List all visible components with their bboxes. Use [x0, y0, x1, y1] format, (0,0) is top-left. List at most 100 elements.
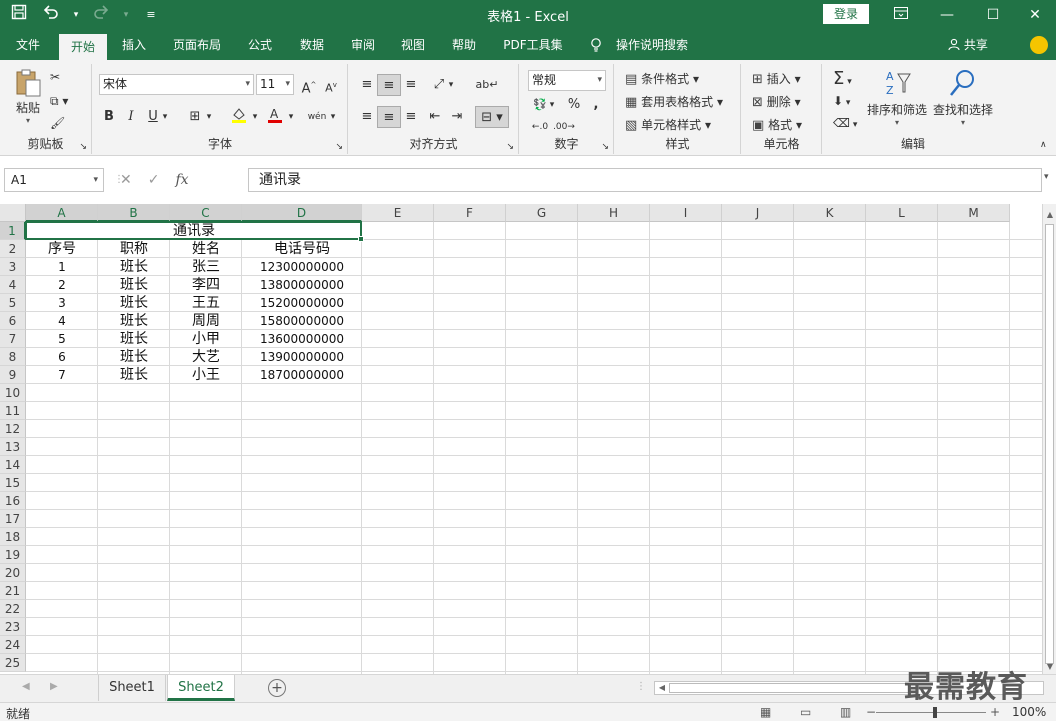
column-header-d[interactable]: D [242, 204, 362, 222]
delete-cells-button[interactable]: ⊠ 删除 ▾ [752, 93, 801, 110]
fill-icon[interactable]: ⬇ ▾ [833, 94, 850, 108]
zoom-in-button[interactable]: + [990, 705, 1000, 719]
minimize-icon[interactable]: — [924, 0, 970, 30]
table-cell[interactable]: 大艺 [170, 348, 242, 366]
row-header-8[interactable]: 8 [0, 348, 26, 366]
row-header-11[interactable]: 11 [0, 402, 26, 420]
row-header-19[interactable]: 19 [0, 546, 26, 564]
table-cell[interactable]: 张三 [170, 258, 242, 276]
table-cell[interactable]: 小甲 [170, 330, 242, 348]
font-size-select[interactable]: 11 ▾ [256, 74, 294, 95]
currency-dropdown-icon[interactable]: ▾ [546, 94, 558, 116]
sheet-tab-sheet1[interactable]: Sheet1 [98, 675, 166, 701]
align-bottom-icon[interactable]: ≡ [399, 74, 423, 96]
header-cell[interactable]: 电话号码 [242, 240, 362, 258]
table-cell[interactable]: 2 [26, 276, 98, 294]
insert-function-icon[interactable]: fx [175, 172, 188, 188]
tab-review[interactable]: 审阅 [341, 30, 385, 60]
vertical-scroll-thumb[interactable] [1045, 224, 1054, 664]
table-cell[interactable]: 班长 [98, 312, 170, 330]
row-header-9[interactable]: 9 [0, 366, 26, 384]
format-painter-icon[interactable]: 🖌 [50, 116, 65, 130]
zoom-out-button[interactable]: − [866, 705, 876, 719]
page-break-view-icon[interactable]: ▥ [840, 705, 851, 719]
table-cell[interactable]: 李四 [170, 276, 242, 294]
row-header-24[interactable]: 24 [0, 636, 26, 654]
ribbon-display-icon[interactable] [878, 0, 924, 30]
zoom-slider-track[interactable] [876, 712, 986, 713]
maximize-icon[interactable]: ☐ [970, 0, 1016, 30]
tab-pdf-tools[interactable]: PDF工具集 [496, 30, 570, 60]
align-middle-icon[interactable]: ≡ [377, 74, 401, 96]
table-cell[interactable]: 6 [26, 348, 98, 366]
align-right-icon[interactable]: ≡ [399, 106, 423, 128]
dialog-launcher-icon[interactable]: ↘ [601, 142, 609, 152]
tell-me-search[interactable]: 操作说明搜索 [612, 30, 692, 60]
zoom-slider-thumb[interactable] [933, 707, 937, 718]
table-cell[interactable]: 12300000000 [242, 258, 362, 276]
wrap-text-icon[interactable]: ab↵ [475, 74, 499, 96]
row-header-4[interactable]: 4 [0, 276, 26, 294]
copy-icon[interactable]: ⧉ ▾ [50, 94, 68, 109]
vertical-scrollbar[interactable]: ▲ ▼ [1042, 204, 1056, 674]
table-cell[interactable]: 班长 [98, 366, 170, 384]
column-header-f[interactable]: F [434, 204, 506, 222]
expand-formula-bar-icon[interactable]: ▾ [1044, 172, 1049, 182]
row-header-5[interactable]: 5 [0, 294, 26, 312]
autosum-icon[interactable]: Σ ▾ [833, 68, 852, 89]
row-header-1[interactable]: 1 [0, 222, 26, 240]
spreadsheet-grid[interactable]: A B C D E F G H I J K L M 1 2 3 4 5 6 7 8 9 10 11 12 13 14 15 16 17 18… [0, 204, 1042, 674]
phonetic-icon[interactable]: wén [305, 106, 329, 128]
column-header-e[interactable]: E [362, 204, 434, 222]
row-header-18[interactable]: 18 [0, 528, 26, 546]
table-cell[interactable]: 1 [26, 258, 98, 276]
table-cell[interactable]: 班长 [98, 276, 170, 294]
cancel-icon[interactable]: ✕ [120, 172, 132, 188]
row-header-16[interactable]: 16 [0, 492, 26, 510]
fill-color-icon[interactable] [227, 106, 251, 128]
page-layout-view-icon[interactable]: ▭ [800, 705, 811, 719]
table-cell[interactable]: 班长 [98, 348, 170, 366]
row-header-21[interactable]: 21 [0, 582, 26, 600]
select-all-corner[interactable] [0, 204, 26, 222]
row-header-10[interactable]: 10 [0, 384, 26, 402]
increase-indent-icon[interactable]: ⇥ [445, 106, 469, 128]
bold-button[interactable]: B [97, 106, 121, 128]
comma-button[interactable]: , [584, 94, 608, 116]
merge-center-icon[interactable]: ⊟ ▾ [475, 106, 509, 128]
find-select-button[interactable]: 查找和选择 ▾ [931, 68, 995, 127]
table-cell[interactable]: 王五 [170, 294, 242, 312]
sheet-tab-sheet2[interactable]: Sheet2 [167, 675, 235, 701]
header-cell[interactable]: 职称 [98, 240, 170, 258]
tab-insert[interactable]: 插入 [112, 30, 156, 60]
row-header-22[interactable]: 22 [0, 600, 26, 618]
formula-input[interactable]: 通讯录 [248, 168, 1042, 192]
percent-button[interactable]: % [562, 94, 586, 116]
increase-font-icon[interactable]: A^ [297, 74, 321, 96]
align-left-icon[interactable]: ≡ [355, 106, 379, 128]
table-cell[interactable]: 周周 [170, 312, 242, 330]
table-cell[interactable]: 13900000000 [242, 348, 362, 366]
row-header-14[interactable]: 14 [0, 456, 26, 474]
align-top-icon[interactable]: ≡ [355, 74, 379, 96]
dialog-launcher-icon[interactable]: ↘ [79, 142, 87, 152]
prev-sheet-icon[interactable]: ◀ [22, 681, 30, 692]
scroll-left-icon[interactable]: ◀ [655, 682, 669, 694]
column-header-c[interactable]: C [170, 204, 242, 222]
column-header-k[interactable]: K [794, 204, 866, 222]
phonetic-dropdown-icon[interactable]: ▾ [327, 106, 339, 128]
conditional-formatting-button[interactable]: ▤ 条件格式 ▾ [625, 70, 699, 87]
orientation-dropdown-icon[interactable]: ▾ [445, 74, 457, 96]
row-header-6[interactable]: 6 [0, 312, 26, 330]
table-cell[interactable]: 18700000000 [242, 366, 362, 384]
column-header-b[interactable]: B [98, 204, 170, 222]
row-header-2[interactable]: 2 [0, 240, 26, 258]
decrease-font-icon[interactable]: Av [319, 74, 343, 96]
column-header-j[interactable]: J [722, 204, 794, 222]
table-cell[interactable]: 班长 [98, 258, 170, 276]
row-header-15[interactable]: 15 [0, 474, 26, 492]
table-cell[interactable]: 15800000000 [242, 312, 362, 330]
dialog-launcher-icon[interactable]: ↘ [335, 142, 343, 152]
smiley-feedback-icon[interactable] [1030, 36, 1048, 54]
fill-color-dropdown-icon[interactable]: ▾ [249, 106, 261, 128]
